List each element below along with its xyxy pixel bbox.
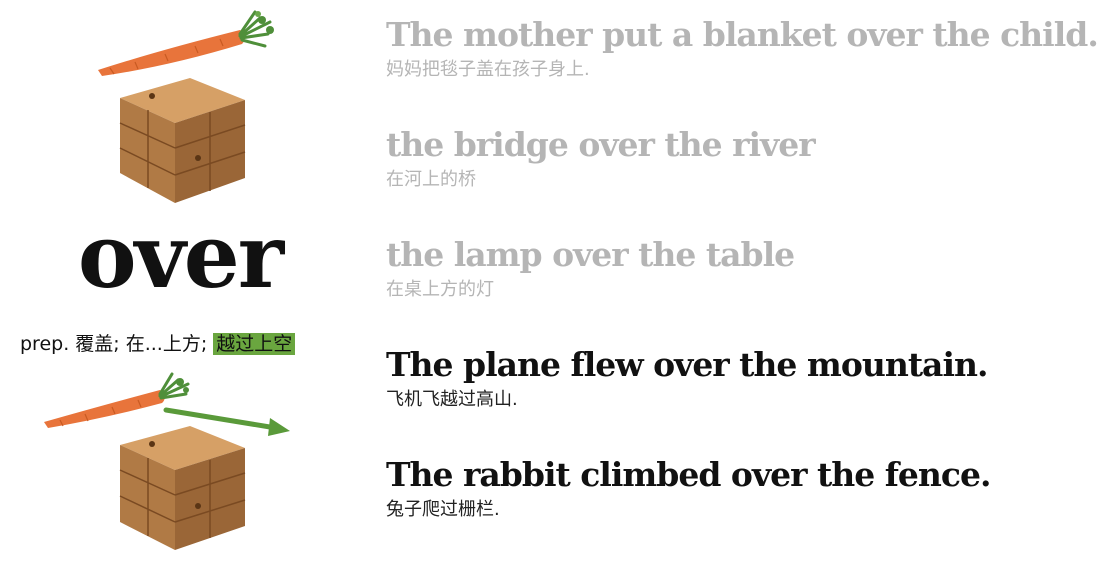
example-english: the bridge over the river — [386, 125, 816, 164]
carrot-above-cube-illustration — [90, 8, 290, 208]
vocabulary-word: over — [77, 204, 284, 308]
example-2: the bridge over the river 在河上的桥 — [386, 122, 1100, 232]
definition-text: prep. 覆盖; 在...上方; — [20, 333, 214, 355]
carrot-icon — [44, 372, 190, 428]
word-definition: prep. 覆盖; 在...上方; 越过上空 — [20, 330, 296, 358]
carrot-icon — [98, 10, 274, 76]
definition-highlight: 越过上空 — [213, 333, 296, 355]
example-sentences: The mother put a blanket over the child.… — [386, 12, 1100, 562]
wooden-cube-icon — [119, 426, 246, 550]
example-english: The plane flew over the mountain. — [386, 345, 988, 384]
illustration-panel: over prep. 覆盖; 在...上方; 越过上空 — [0, 0, 370, 553]
example-3: the lamp over the table 在桌上方的灯 — [386, 232, 1100, 342]
example-chinese: 飞机飞越过高山. — [386, 389, 518, 410]
example-english: the lamp over the table — [386, 235, 795, 274]
example-1: The mother put a blanket over the child.… — [386, 12, 1100, 122]
example-english: The rabbit climbed over the fence. — [386, 455, 991, 494]
example-chinese: 在桌上方的灯 — [386, 279, 494, 300]
example-4: The plane flew over the mountain. 飞机飞越过高… — [386, 342, 1100, 452]
example-english: The mother put a blanket over the child. — [386, 15, 1099, 54]
example-5: The rabbit climbed over the fence. 兔子爬过栅… — [386, 452, 1100, 562]
carrot-over-cube-illustration — [40, 370, 300, 553]
wooden-cube-icon — [119, 78, 246, 203]
example-chinese: 兔子爬过栅栏. — [386, 499, 500, 520]
example-chinese: 妈妈把毯子盖在孩子身上. — [386, 59, 590, 80]
example-chinese: 在河上的桥 — [386, 169, 476, 190]
